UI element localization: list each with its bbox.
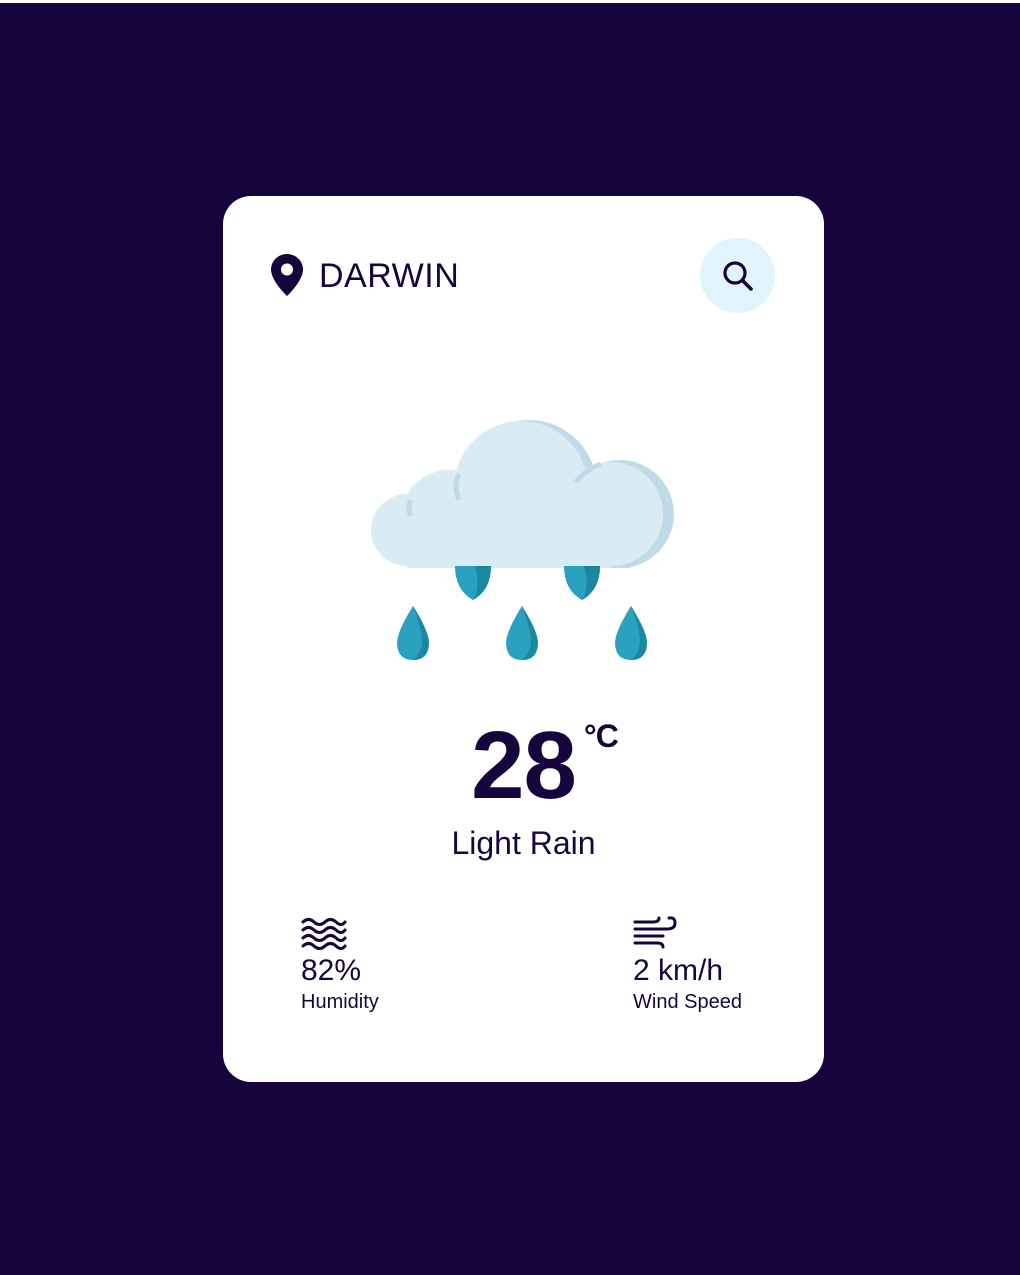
humidity-value: 82% [301, 954, 362, 987]
weather-condition: Light Rain [451, 825, 596, 861]
wind-stat: 2 km/h Wind Speed [633, 916, 742, 1014]
temperature-block: 28 °C [223, 716, 824, 816]
search-icon [722, 260, 753, 291]
top-border [0, 0, 1020, 3]
wind-value: 2 km/h [633, 954, 724, 987]
search-button[interactable] [700, 238, 775, 313]
humidity-stat: 82% Humidity [301, 916, 379, 1014]
wind-label: Wind Speed [633, 991, 742, 1013]
map-pin-icon [271, 254, 303, 296]
temperature-unit: °C [583, 718, 619, 754]
wind-icon [633, 916, 677, 949]
cloud-rain-icon [371, 420, 674, 660]
waves-icon [301, 918, 347, 950]
weather-card: DARWIN 28 °C Light Rain 82% Humidity 2 k… [223, 196, 824, 1082]
humidity-label: Humidity [301, 991, 379, 1013]
temperature-value: 28 °C [471, 712, 619, 819]
city-name: DARWIN [319, 257, 460, 295]
